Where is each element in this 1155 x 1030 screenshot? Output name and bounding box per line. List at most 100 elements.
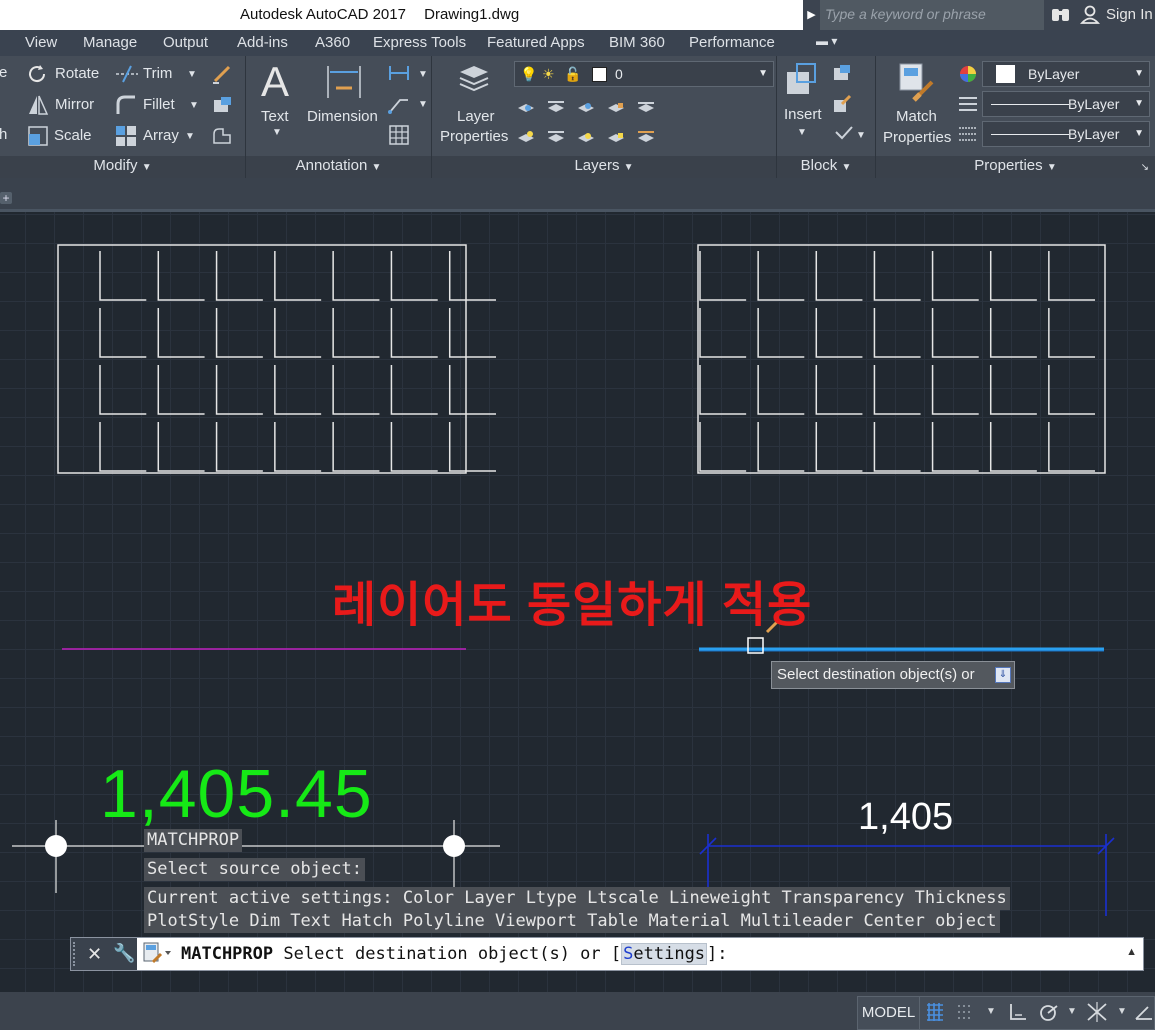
array-icon[interactable]: [115, 125, 137, 152]
leader-icon[interactable]: [388, 94, 410, 119]
match-properties-line1[interactable]: Match: [896, 108, 937, 125]
linetype-dropdown[interactable]: ByLayer ▼: [982, 91, 1150, 117]
dimension-button[interactable]: Dimension: [307, 108, 378, 125]
rotate-icon[interactable]: [27, 63, 49, 90]
search-input[interactable]: Type a keyword or phrase: [820, 0, 1044, 30]
color-dropdown[interactable]: ByLayer ▼: [982, 61, 1150, 87]
fillet-button[interactable]: Fillet: [143, 96, 175, 113]
lineweight-icon[interactable]: [958, 126, 978, 147]
layer-dropdown[interactable]: 💡 ☀ 🔓 0 ▼: [514, 61, 774, 87]
mirror-icon[interactable]: [27, 94, 49, 121]
chevron-down-icon: ▼: [841, 162, 852, 173]
color-swatch: [996, 65, 1015, 83]
tab-bim-360[interactable]: BIM 360: [609, 34, 665, 51]
hatch-cell: [274, 365, 322, 415]
leader-dropdown-icon[interactable]: ▼: [418, 99, 428, 110]
tooltip-options-icon[interactable]: ⇓: [995, 667, 1011, 683]
snap-icon[interactable]: [956, 1002, 974, 1027]
insert-dropdown-icon[interactable]: ▼: [797, 127, 807, 138]
text-button[interactable]: Text: [261, 108, 289, 125]
explode-icon[interactable]: [211, 94, 233, 121]
array-button[interactable]: Array: [143, 127, 179, 144]
layer-tools-icons[interactable]: [514, 94, 664, 150]
new-tab-icon[interactable]: +: [0, 192, 12, 204]
ribbon-tabs: View Manage Output Add-ins A360 Express …: [0, 30, 1155, 56]
stretch-label-partial[interactable]: h: [0, 126, 7, 143]
match-properties-line2[interactable]: Properties: [883, 129, 951, 146]
fillet-icon[interactable]: [115, 94, 137, 121]
osnap-tracking-icon[interactable]: [1086, 1002, 1108, 1027]
command-tooltip: Select destination object(s) or ⇓: [771, 661, 1015, 689]
block-title: Block: [800, 157, 838, 174]
settings-option[interactable]: Settings: [621, 943, 708, 965]
hatch-cell: [448, 422, 496, 472]
linear-dim-dropdown-icon[interactable]: ▼: [418, 69, 428, 80]
modify-panel-title[interactable]: Modify ▼: [0, 156, 245, 178]
linetype-icon[interactable]: [958, 96, 978, 117]
rotate-button[interactable]: Rotate: [55, 65, 99, 82]
polar-dropdown-icon[interactable]: ▼: [1067, 1006, 1077, 1017]
text-icon[interactable]: A: [259, 58, 295, 107]
match-properties-icon[interactable]: [143, 942, 171, 964]
sign-in-link[interactable]: Sign In: [1106, 0, 1153, 30]
properties-panel-title[interactable]: Properties ▼ ↘: [876, 156, 1155, 178]
polar-icon[interactable]: [1038, 1002, 1060, 1027]
fillet-dropdown-icon[interactable]: ▼: [189, 100, 199, 111]
create-block-icon[interactable]: [832, 64, 852, 87]
ortho-icon[interactable]: [1008, 1002, 1028, 1027]
isodraft-icon[interactable]: [1134, 1002, 1154, 1027]
layer-properties-line2[interactable]: Properties: [440, 128, 508, 145]
close-icon[interactable]: ✕: [87, 944, 102, 965]
panel-launcher-icon[interactable]: ↘: [1141, 158, 1149, 178]
command-line[interactable]: ✕ 🔧 MATCHPROP Select destination object(…: [70, 937, 1144, 971]
move-label-partial[interactable]: e: [0, 64, 7, 81]
osnap-dropdown-icon[interactable]: ▼: [1117, 1006, 1127, 1017]
tab-manage[interactable]: Manage: [83, 34, 137, 51]
trim-icon[interactable]: [115, 64, 139, 89]
tab-a360[interactable]: A360: [315, 34, 350, 51]
hatch-cell: [390, 365, 438, 415]
drag-handle[interactable]: [73, 942, 79, 966]
tab-add-ins[interactable]: Add-ins: [237, 34, 288, 51]
block-attr-icon[interactable]: [834, 124, 856, 147]
layers-panel-title[interactable]: Layers ▼: [432, 156, 776, 178]
table-icon[interactable]: [389, 125, 409, 150]
wrench-icon[interactable]: 🔧: [113, 943, 135, 964]
tab-featured-apps[interactable]: Featured Apps: [487, 34, 585, 51]
insert-icon[interactable]: [785, 62, 821, 103]
insert-button[interactable]: Insert: [784, 106, 822, 123]
color-wheel-icon[interactable]: [959, 65, 977, 88]
match-properties-icon[interactable]: [896, 62, 936, 107]
model-space-button[interactable]: MODEL: [858, 997, 920, 1029]
active-command: MATCHPROP: [181, 944, 274, 964]
offset-icon[interactable]: [211, 125, 233, 152]
tab-output[interactable]: Output: [163, 34, 208, 51]
dimension-icon[interactable]: [326, 62, 362, 107]
block-attr-dropdown-icon[interactable]: ▼: [856, 130, 866, 141]
scale-icon[interactable]: [27, 125, 49, 152]
workspace-toggle-icon[interactable]: ▬ ▾: [816, 34, 837, 48]
mirror-button[interactable]: Mirror: [55, 96, 94, 113]
trim-button[interactable]: Trim: [143, 65, 172, 82]
scale-button[interactable]: Scale: [54, 127, 92, 144]
snap-dropdown-icon[interactable]: ▼: [986, 1006, 996, 1017]
chevron-up-icon[interactable]: ▲: [1126, 946, 1137, 958]
grid-icon[interactable]: [926, 1002, 944, 1027]
dimension-grip-right: [443, 835, 465, 857]
erase-icon[interactable]: [211, 63, 233, 90]
array-dropdown-icon[interactable]: ▼: [185, 131, 195, 142]
tab-performance[interactable]: Performance: [689, 34, 775, 51]
tab-view[interactable]: View: [25, 34, 57, 51]
linear-dim-icon[interactable]: [388, 64, 410, 87]
lineweight-dropdown[interactable]: ByLayer ▼: [982, 121, 1150, 147]
tab-express-tools[interactable]: Express Tools: [373, 34, 466, 51]
layer-properties-line1[interactable]: Layer: [457, 108, 495, 125]
drawing-canvas[interactable]: 레이어도 동일하게 적용 Select destination object(s…: [0, 212, 1155, 992]
text-dropdown-icon[interactable]: ▼: [272, 127, 282, 138]
block-panel-title[interactable]: Block ▼: [777, 156, 875, 178]
expand-arrow-icon[interactable]: ▶: [803, 0, 820, 30]
layer-properties-icon[interactable]: [456, 60, 492, 101]
trim-dropdown-icon[interactable]: ▼: [187, 69, 197, 80]
edit-block-icon[interactable]: [832, 94, 852, 119]
annotation-panel-title[interactable]: Annotation ▼: [246, 156, 431, 178]
